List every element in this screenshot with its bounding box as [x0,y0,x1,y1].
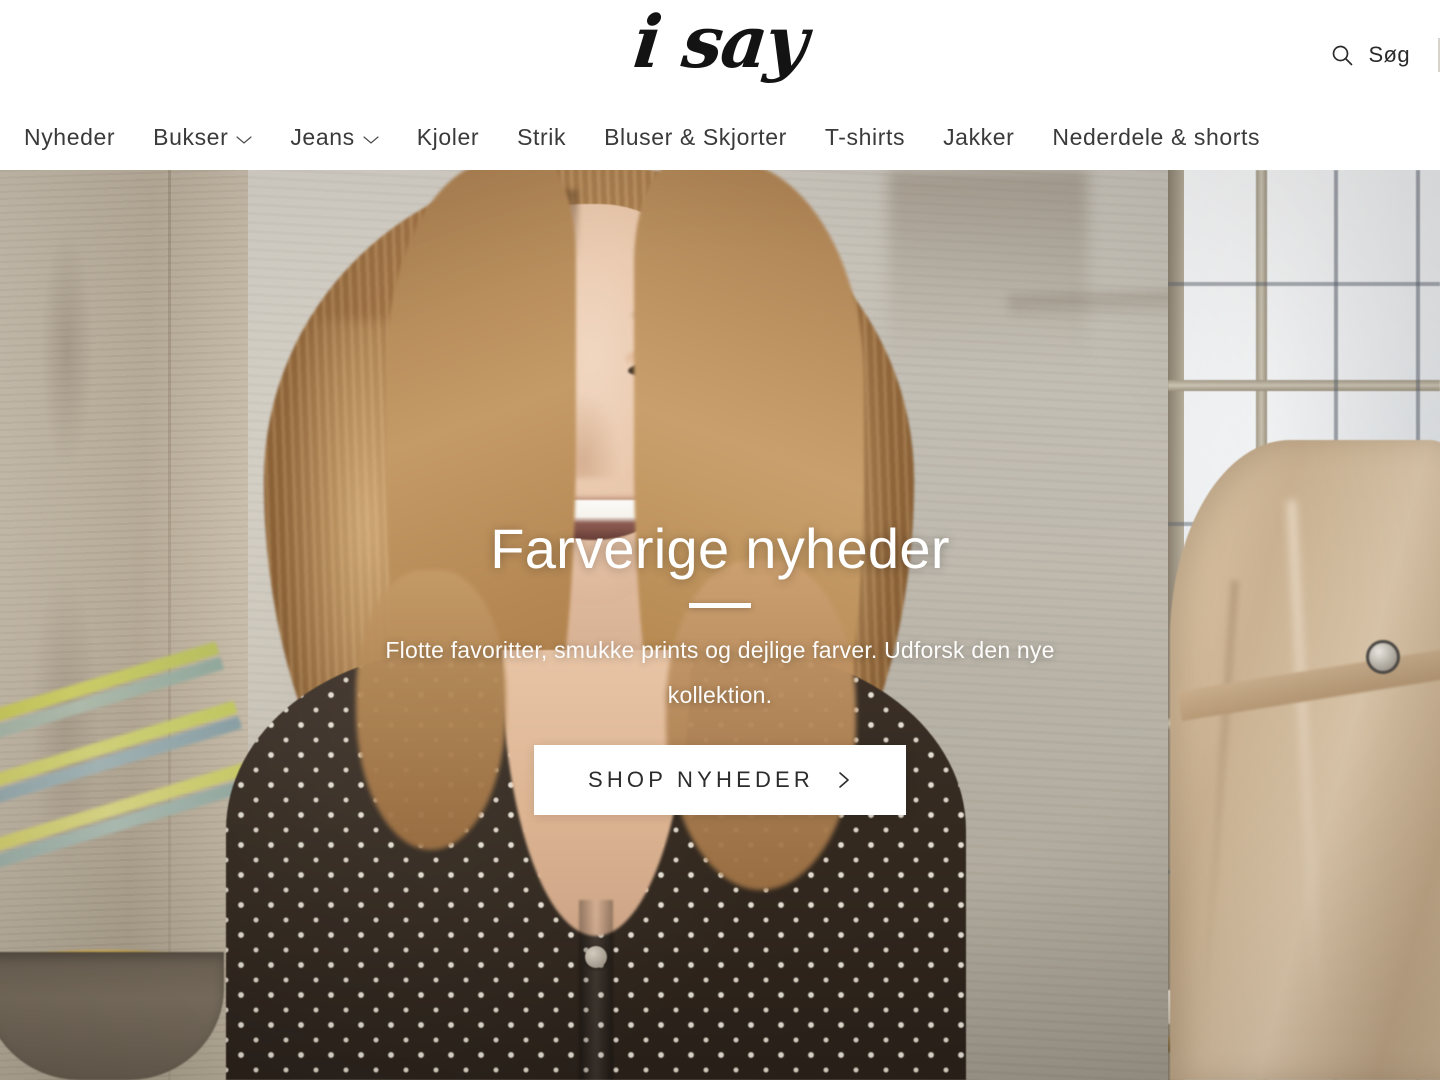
hero-model [226,170,966,1080]
chevron-right-icon [836,769,852,791]
site-header: i say Søg Nyheder Bukser Jeans Kjoler St… [0,0,1440,170]
nav-item-jeans[interactable]: Jeans [290,124,379,151]
coat-belt [1177,649,1440,721]
header-utilities: Søg [1330,38,1440,72]
nav-item-strik[interactable]: Strik [517,124,566,151]
window-bar [1168,282,1440,286]
wall-seam [168,170,171,1080]
nav-label: Jeans [290,124,355,150]
blouse-placket [579,900,613,1080]
logo-row: i say Søg [0,0,1440,105]
nav-item-jakker[interactable]: Jakker [943,124,1014,151]
nav-item-tshirts[interactable]: T-shirts [825,124,905,151]
isay-logo[interactable]: i say [630,0,810,84]
nav-item-nyheder[interactable]: Nyheder [24,124,115,151]
nav-item-nederdele-shorts[interactable]: Nederdele & shorts [1052,124,1260,151]
nav-label: Kjoler [416,124,480,150]
nav-label: Jakker [943,124,1015,150]
window-mullion [1168,380,1440,391]
coat-buckle [1366,640,1400,674]
nav-label: Nyheder [24,124,116,150]
nav-label: T-shirts [824,124,906,150]
chevron-down-icon [236,135,252,145]
cta-label: SHOP NYHEDER [587,767,815,793]
nav-item-kjoler[interactable]: Kjoler [417,124,479,151]
nav-label: Bluser & Skjorter [604,124,787,150]
secondary-model-coat [1170,440,1440,1080]
main-navigation: Nyheder Bukser Jeans Kjoler Strik Bluser… [0,105,1440,170]
nav-label: Bukser [153,124,229,150]
hair-falling-right [666,560,856,890]
chevron-down-icon [363,135,379,145]
nav-item-bluser-skjorter[interactable]: Bluser & Skjorter [604,124,787,151]
blouse-button [585,946,607,968]
hero-background-wall-left [0,170,261,1080]
shop-nyheder-button[interactable]: SHOP NYHEDER [533,745,907,816]
hair-falling-left [356,570,506,850]
wall-shadow [40,230,94,470]
nav-label: Nederdele & shorts [1052,124,1261,150]
hero-banner: Farverige nyheder Flotte favoritter, smu… [0,170,1440,1080]
nav-item-bukser[interactable]: Bukser [153,124,252,151]
search-icon[interactable] [1330,43,1354,67]
search-label[interactable]: Søg [1368,42,1410,68]
nav-label: Strik [517,124,567,150]
